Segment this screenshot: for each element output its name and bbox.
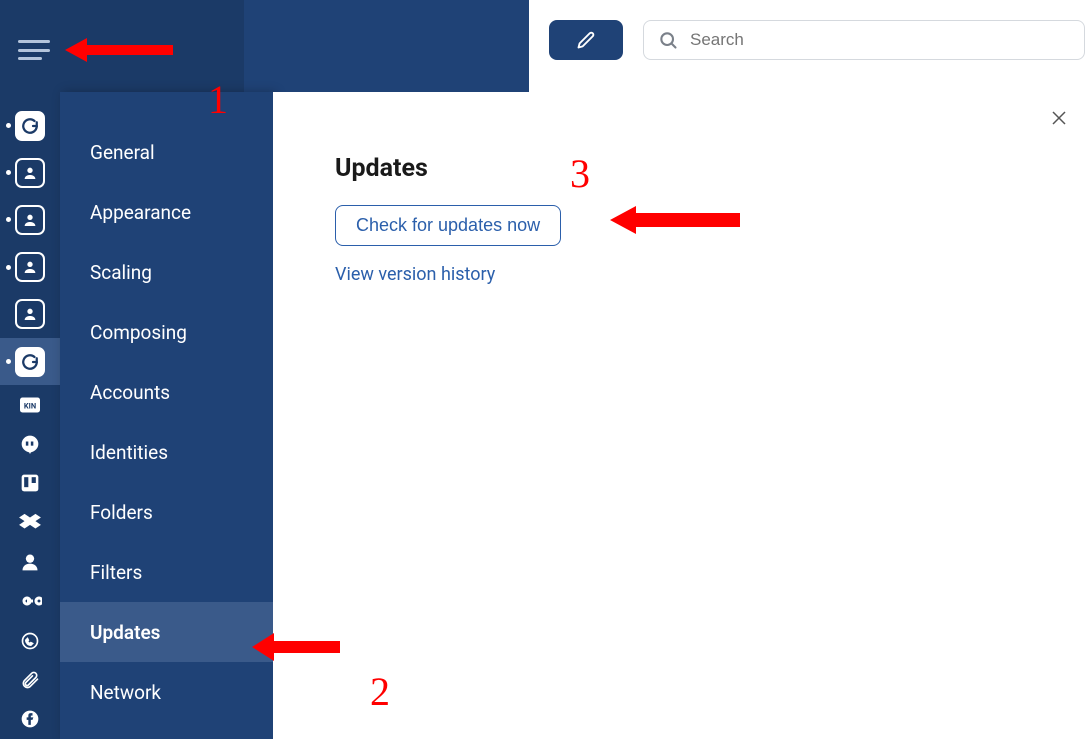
main-panel: Updates Check for updates now View versi… bbox=[273, 92, 1085, 739]
sidebar-item-label: Updates bbox=[90, 621, 160, 644]
rail-service-dropbox[interactable] bbox=[0, 503, 60, 542]
svg-text:KIN: KIN bbox=[24, 401, 36, 410]
facebook-icon bbox=[20, 709, 40, 729]
close-button[interactable] bbox=[1049, 108, 1069, 128]
sidebar-item-scaling[interactable]: Scaling bbox=[60, 242, 273, 302]
account-badge bbox=[15, 158, 45, 188]
account-badge bbox=[15, 252, 45, 282]
close-icon bbox=[1052, 111, 1066, 125]
sidebar-item-network[interactable]: Network bbox=[60, 662, 273, 722]
rail-account-g2[interactable] bbox=[0, 338, 60, 385]
sidebar-item-updates[interactable]: Updates bbox=[60, 602, 273, 662]
person-solid-icon bbox=[20, 552, 40, 572]
content: Updates Check for updates now View versi… bbox=[273, 92, 1085, 285]
rail-account-p2[interactable] bbox=[0, 196, 60, 243]
unread-dot-icon bbox=[6, 123, 11, 128]
account-badge bbox=[15, 347, 45, 377]
sidebar-item-filters[interactable]: Filters bbox=[60, 542, 273, 602]
g-icon bbox=[21, 353, 39, 371]
whatsapp-icon bbox=[20, 631, 40, 651]
annotation-number-1: 1 bbox=[208, 76, 228, 123]
rail-service-contacts[interactable] bbox=[0, 542, 60, 581]
paperclip-icon bbox=[20, 670, 40, 690]
sidebar-item-folders[interactable]: Folders bbox=[60, 482, 273, 542]
person-icon bbox=[22, 306, 38, 322]
sidebar-item-label: Scaling bbox=[90, 261, 152, 284]
search-icon bbox=[658, 30, 678, 50]
sidebar-item-label: Network bbox=[90, 681, 161, 704]
sidebar-item-identities[interactable]: Identities bbox=[60, 422, 273, 482]
version-history-link[interactable]: View version history bbox=[335, 264, 1085, 285]
header-right bbox=[529, 0, 1085, 92]
sidebar-item-label: Accounts bbox=[90, 381, 170, 404]
account-rail: KIN bbox=[0, 92, 60, 739]
person-icon bbox=[22, 212, 38, 228]
search-input[interactable] bbox=[690, 30, 1070, 50]
rail-service-trello[interactable] bbox=[0, 464, 60, 503]
person-icon bbox=[22, 259, 38, 275]
rail-service-facebook[interactable] bbox=[0, 700, 60, 739]
hangouts-icon bbox=[20, 434, 40, 454]
g-icon bbox=[21, 117, 39, 135]
sidebar-item-label: General bbox=[90, 141, 155, 164]
annotation-number-2: 2 bbox=[370, 668, 390, 715]
rail-service-hangouts[interactable] bbox=[0, 424, 60, 463]
trello-icon bbox=[20, 473, 40, 493]
sidebar-item-accounts[interactable]: Accounts bbox=[60, 362, 273, 422]
menu-button[interactable] bbox=[18, 40, 50, 60]
sidebar-item-appearance[interactable]: Appearance bbox=[60, 182, 273, 242]
rail-account-g1[interactable] bbox=[0, 102, 60, 149]
rail-account-p4[interactable] bbox=[0, 291, 60, 338]
page-title: Updates bbox=[335, 154, 1085, 183]
sidebar-item-general[interactable]: General bbox=[60, 122, 273, 182]
rail-account-p1[interactable] bbox=[0, 149, 60, 196]
unread-dot-icon bbox=[6, 217, 11, 222]
rail-service-kin[interactable]: KIN bbox=[0, 385, 60, 424]
kin-icon: KIN bbox=[20, 397, 40, 413]
sidebar-item-label: Composing bbox=[90, 321, 187, 344]
compose-button[interactable] bbox=[549, 20, 623, 60]
account-badge bbox=[15, 205, 45, 235]
check-updates-button[interactable]: Check for updates now bbox=[335, 205, 561, 246]
rail-service-whatsapp[interactable] bbox=[0, 621, 60, 660]
sidebar-item-label: Filters bbox=[90, 561, 142, 584]
pencil-icon bbox=[577, 31, 595, 49]
annotation-number-3: 3 bbox=[570, 150, 590, 197]
unread-dot-icon bbox=[6, 170, 11, 175]
unread-dot-icon bbox=[6, 359, 11, 364]
person-icon bbox=[22, 165, 38, 181]
rail-account-p3[interactable] bbox=[0, 244, 60, 291]
settings-sidebar: General Appearance Scaling Composing Acc… bbox=[60, 92, 273, 739]
account-badge bbox=[15, 111, 45, 141]
sidebar-item-composing[interactable]: Composing bbox=[60, 302, 273, 362]
infinity-icon bbox=[18, 594, 42, 608]
rail-service-attachments[interactable] bbox=[0, 660, 60, 699]
sidebar-item-label: Appearance bbox=[90, 201, 191, 224]
search-box[interactable] bbox=[643, 20, 1085, 60]
unread-dot-icon bbox=[6, 265, 11, 270]
rail-service-infinity[interactable] bbox=[0, 582, 60, 621]
dropbox-icon bbox=[19, 513, 41, 533]
sidebar-item-label: Folders bbox=[90, 501, 153, 524]
account-badge bbox=[15, 299, 45, 329]
sidebar-item-label: Identities bbox=[90, 441, 168, 464]
